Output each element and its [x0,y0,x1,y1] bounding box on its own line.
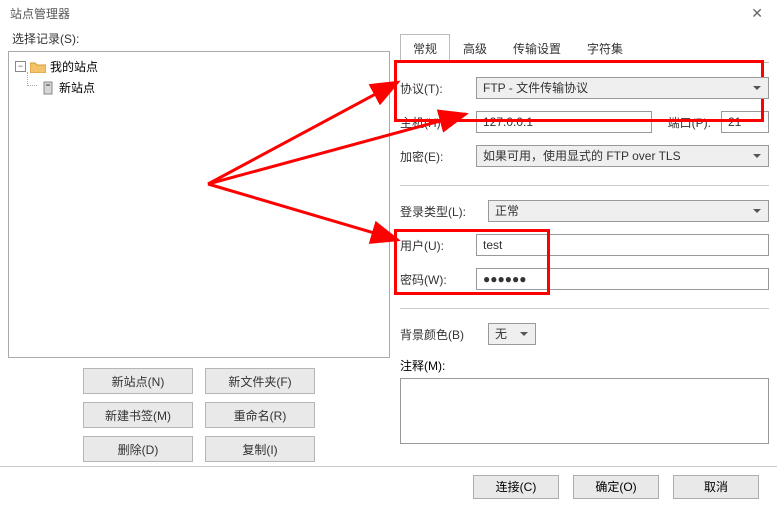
password-input[interactable] [476,268,769,290]
copy-button[interactable]: 复制(I) [205,436,315,462]
select-entry-label: 选择记录(S): [12,30,390,47]
collapse-icon[interactable]: − [15,61,26,72]
rename-button[interactable]: 重命名(R) [205,402,315,428]
cancel-button[interactable]: 取消 [673,475,759,499]
tab-general[interactable]: 常规 [400,34,450,63]
new-site-button[interactable]: 新站点(N) [83,368,193,394]
tree-root-label: 我的站点 [50,58,98,75]
comment-textarea[interactable] [400,378,769,444]
tree-root[interactable]: − 我的站点 [15,58,383,75]
close-icon[interactable]: ✕ [745,5,769,22]
bgcolor-label: 背景颜色(B) [400,326,478,343]
protocol-select[interactable]: FTP - 文件传输协议 [476,77,769,99]
separator [400,308,769,309]
password-label: 密码(W): [400,271,466,288]
port-label: 端口(P): [662,114,711,131]
port-input[interactable] [721,111,769,133]
new-bookmark-button[interactable]: 新建书签(M) [83,402,193,428]
window-title: 站点管理器 [10,5,70,22]
user-label: 用户(U): [400,237,466,254]
tab-transfer[interactable]: 传输设置 [500,34,574,63]
delete-button[interactable]: 删除(D) [83,436,193,462]
user-input[interactable] [476,234,769,256]
folder-icon [30,61,46,73]
tab-advanced[interactable]: 高级 [450,34,500,63]
host-input[interactable] [476,111,652,133]
tree-item-label: 新站点 [59,79,95,96]
tab-charset[interactable]: 字符集 [574,34,636,63]
logon-type-label: 登录类型(L): [400,203,478,220]
connect-button[interactable]: 连接(C) [473,475,559,499]
comment-label: 注释(M): [400,357,769,374]
tree-item[interactable]: 新站点 [43,79,383,96]
new-folder-button[interactable]: 新文件夹(F) [205,368,315,394]
ok-button[interactable]: 确定(O) [573,475,659,499]
bgcolor-select[interactable]: 无 [488,323,536,345]
separator [400,185,769,186]
protocol-label: 协议(T): [400,80,466,97]
server-icon [43,81,53,95]
encryption-label: 加密(E): [400,148,466,165]
encryption-select[interactable]: 如果可用，使用显式的 FTP over TLS [476,145,769,167]
tab-bar: 常规 高级 传输设置 字符集 [400,34,769,63]
host-label: 主机(H): [400,114,466,131]
site-tree[interactable]: − 我的站点 新站点 [8,51,390,358]
logon-type-select[interactable]: 正常 [488,200,769,222]
